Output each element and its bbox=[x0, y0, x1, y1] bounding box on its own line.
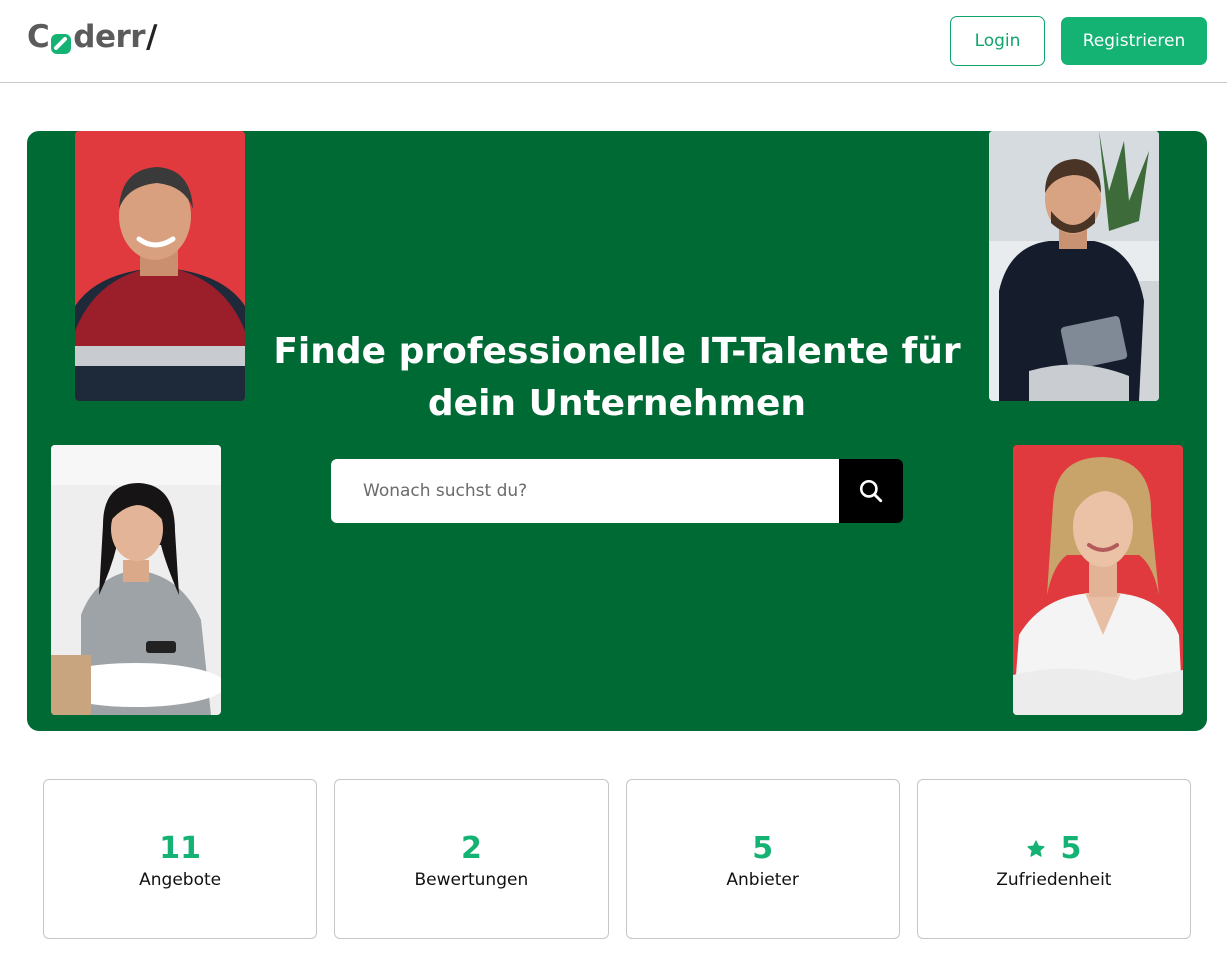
register-button[interactable]: Registrieren bbox=[1061, 17, 1207, 65]
search-button[interactable] bbox=[839, 459, 903, 523]
stat-card-satisfaction: 5 Zufriedenheit bbox=[916, 779, 1191, 939]
talent-photo-woman-blonde bbox=[1013, 445, 1183, 715]
stat-label-reviews: Bewertungen bbox=[414, 870, 529, 890]
stat-value-satisfaction: 5 bbox=[1060, 831, 1082, 866]
stat-value-providers: 5 bbox=[752, 831, 774, 866]
star-icon bbox=[1027, 840, 1045, 857]
stat-card-providers: 5 Anbieter bbox=[625, 779, 900, 939]
stat-label-providers: Anbieter bbox=[726, 870, 799, 890]
login-button[interactable]: Login bbox=[950, 16, 1045, 66]
top-header: C derr / Login Registrieren bbox=[0, 0, 1227, 83]
talent-photo-man-tablet bbox=[989, 131, 1159, 401]
stat-card-offers: 11 Angebote bbox=[43, 779, 318, 939]
stat-value-reviews: 2 bbox=[460, 831, 482, 866]
talent-photo-woman-phone bbox=[51, 445, 221, 715]
logo-mark-icon bbox=[50, 27, 72, 54]
logo-text-end: derr bbox=[73, 19, 146, 55]
stat-value-offers: 11 bbox=[159, 831, 201, 866]
logo-slash: / bbox=[146, 19, 157, 55]
search-bar bbox=[331, 459, 903, 523]
stat-label-satisfaction: Zufriedenheit bbox=[996, 870, 1112, 890]
talent-photo-man-sweater bbox=[75, 131, 245, 401]
stats-row: 11 Angebote 2 Bewertungen 5 Anbieter 5 Z… bbox=[43, 779, 1191, 939]
search-input[interactable] bbox=[331, 459, 839, 523]
search-icon bbox=[859, 479, 883, 503]
hero-title: Finde professionelle IT-Talente für dein… bbox=[273, 331, 961, 424]
logo-text-start: C bbox=[27, 19, 50, 55]
stat-label-offers: Angebote bbox=[139, 870, 222, 890]
stat-card-reviews: 2 Bewertungen bbox=[334, 779, 609, 939]
coderr-logo[interactable]: C derr / bbox=[27, 19, 157, 55]
hero-banner: Finde professionelle IT-Talente für dein… bbox=[27, 131, 1207, 731]
